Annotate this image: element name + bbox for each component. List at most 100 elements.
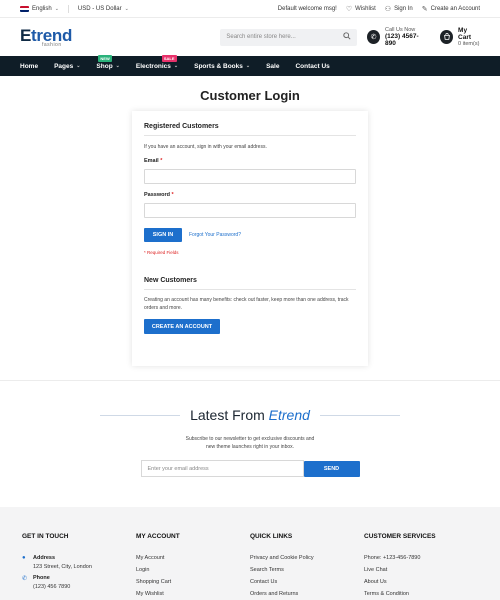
address-value: 123 Street, City, London [33,564,92,570]
logo-tagline: fashion [42,41,62,48]
cart-label: My Cart [458,27,472,41]
search-input[interactable]: Search entire store here... [226,34,343,40]
pencil-icon: ✎ [421,5,428,13]
nav-item-contact[interactable]: Contact Us [295,63,329,70]
login-intro: If you have an account, sign in with you… [144,144,267,150]
footer-col-my-account: MY ACCOUNT My Account Login Shopping Car… [136,533,250,600]
section-divider [0,380,500,381]
footer-link[interactable]: My Account [136,555,250,561]
footer-link[interactable]: Shopping Cart [136,579,250,585]
new-badge: NEW [98,54,112,62]
send-button[interactable]: SEND [303,460,360,477]
forgot-password-link[interactable]: Forgot Your Password? [189,232,241,238]
footer-link[interactable]: Privacy and Cookie Policy [250,555,364,561]
footer-heading: CUSTOMER SERVICES [364,533,436,540]
address-label: Address [33,555,56,561]
nav-item-electronics[interactable]: SALE Electronics ⌄ [135,54,179,70]
header: Etrend fashion Search entire store here.… [0,18,500,56]
phone-icon: ✆ [22,576,28,582]
chevron-down-icon: ⌄ [245,63,251,69]
sign-in-button[interactable]: SIGN IN [144,228,182,242]
chevron-down-icon: ⌄ [173,63,179,69]
search-bar[interactable]: Search entire store here... [220,28,358,46]
required-fields-note: * Required Fields [144,250,179,255]
top-bar: English ⌄ USD - US Dollar ⌄ Default welc… [0,0,500,18]
newsletter-email-input[interactable]: Enter your email address [140,460,304,477]
footer: GET IN TOUCH ● Address 123 Street, City,… [0,507,500,600]
user-icon: ⚇ [384,5,392,13]
chevron-down-icon: ⌄ [76,63,81,69]
email-label: Email * [144,158,163,164]
nav-label: Shop [96,62,113,70]
nav-item-home[interactable]: Home [20,63,38,70]
wishlist-label: Wishlist [355,5,376,12]
phone-icon: ✆ [367,30,381,44]
nav-label: Contact Us [295,62,330,70]
nav-item-sale[interactable]: Sale [266,63,279,70]
footer-link[interactable]: Terms & Condition [364,591,478,597]
chevron-down-icon: ⌄ [115,63,120,69]
nav-item-sports-books[interactable]: Sports & Books ⌄ [194,63,250,70]
footer-link[interactable]: Search Terms [250,567,364,573]
call-number: (123) 4567-890 [385,33,419,47]
login-card: Registered Customers If you have an acco… [132,111,368,366]
nav-item-shop[interactable]: NEW Shop ⌄ [96,54,120,70]
sign-in-label: Sign In [394,5,413,12]
footer-heading: QUICK LINKS [250,533,293,540]
footer-heading: GET IN TOUCH [22,533,69,540]
call-us[interactable]: ✆ Call Us Now (123) 4567-890 [367,27,426,47]
sign-in-link[interactable]: ⚇ Sign In [385,5,413,13]
newsletter-subtitle: Subscribe to our newsletter to get exclu… [185,436,315,450]
nav-item-pages[interactable]: Pages ⌄ [54,63,80,70]
cart-icon [440,30,454,44]
title-line-right [319,414,400,416]
create-account-button[interactable]: CREATE AN ACCOUNT [144,319,220,334]
language-label: English [32,5,52,12]
chevron-down-icon: ⌄ [54,5,59,12]
footer-link[interactable]: About Us [364,579,478,585]
heart-icon: ♡ [345,5,353,13]
footer-col-contact: GET IN TOUCH ● Address 123 Street, City,… [22,533,136,600]
nav-label: Sale [266,62,280,70]
language-selector[interactable]: English ⌄ [20,5,59,12]
password-field[interactable] [144,203,356,218]
sale-badge: SALE [161,54,177,62]
footer-link[interactable]: Login [136,567,250,573]
logo[interactable]: Etrend fashion [20,27,122,48]
uk-flag-icon [20,5,29,12]
footer-link[interactable]: Contact Us [250,579,364,585]
cart-count: 0 item(s) [458,41,480,47]
password-label: Password * [144,192,174,198]
logo-wordmark: Etrend [20,25,73,45]
new-customers-heading: New Customers [144,277,356,290]
newsletter-section: Latest From Etrend Subscribe to our news… [0,407,500,477]
footer-link[interactable]: Phone: +123-456-7890 [364,555,478,561]
currency-label: USD - US Dollar [77,5,122,12]
wishlist-link[interactable]: ♡ Wishlist [346,5,376,13]
title-line-left [100,414,181,416]
nav-label: Pages [54,62,74,70]
footer-link[interactable]: Orders and Returns [250,591,364,597]
registered-heading: Registered Customers [144,123,356,136]
create-account-link[interactable]: ✎ Create an Account [422,5,480,13]
newsletter-title: Latest From Etrend [190,407,310,423]
newsletter-form: Enter your email address SEND [0,460,500,477]
new-customers-description: Creating an account has many benefits: c… [144,297,349,311]
footer-link[interactable]: My Wishlist [136,591,250,597]
nav-label: Electronics [135,62,171,70]
nav-label: Home [20,62,39,70]
footer-heading: MY ACCOUNT [136,533,180,540]
create-account-label: Create an Account [430,5,480,12]
currency-selector[interactable]: USD - US Dollar ⌄ [78,6,129,12]
footer-col-quick-links: QUICK LINKS Privacy and Cookie Policy Se… [250,533,364,600]
location-icon: ● [22,555,26,561]
footer-col-customer-services: CUSTOMER SERVICES Phone: +123-456-7890 L… [364,533,478,600]
main-nav: Home Pages ⌄ NEW Shop ⌄ SALE Electronics… [0,54,500,76]
search-icon[interactable] [343,32,351,42]
email-field[interactable] [144,169,356,184]
chevron-down-icon: ⌄ [124,5,129,12]
nav-label: Sports & Books [194,62,243,70]
footer-link[interactable]: Live Chat [364,567,478,573]
page-title: Customer Login [200,88,300,103]
mini-cart[interactable]: My Cart 0 item(s) [440,27,480,47]
